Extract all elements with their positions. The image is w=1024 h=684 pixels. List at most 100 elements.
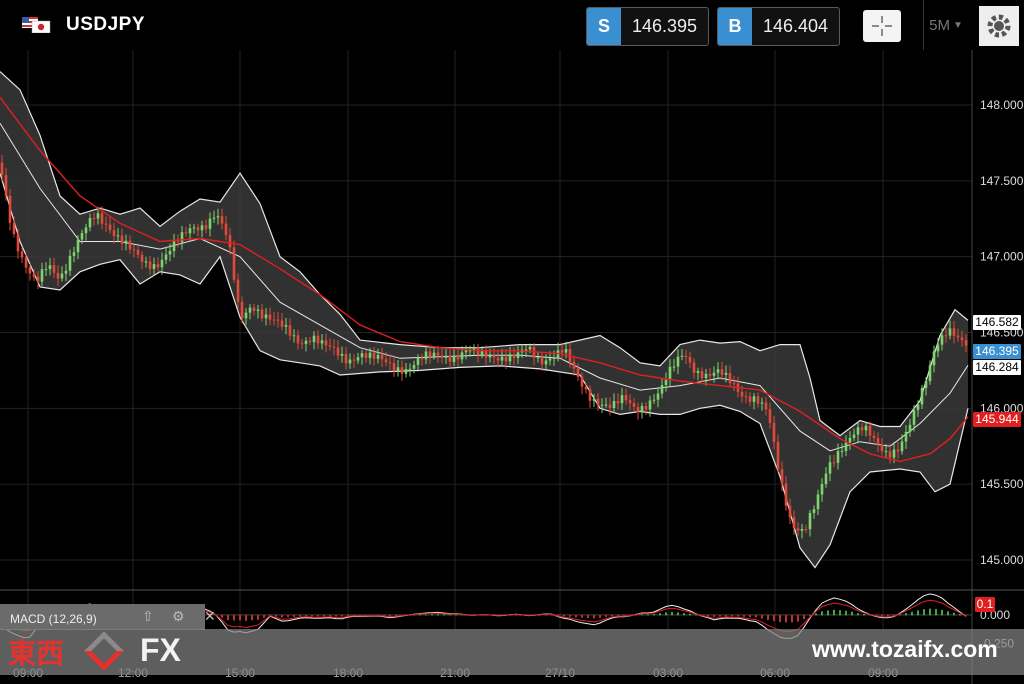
candle-body [48, 265, 52, 270]
macd-histogram-bar [389, 614, 391, 617]
candle-body [32, 273, 36, 277]
candle-body [88, 218, 92, 228]
macd-histogram-bar [821, 611, 823, 616]
candle-body [148, 261, 152, 269]
candle-body [684, 355, 688, 357]
settings-button[interactable] [979, 6, 1019, 46]
macd-histogram-bar [899, 614, 901, 616]
candle-body [172, 241, 176, 251]
sell-button[interactable]: S 146.395 [586, 7, 709, 46]
candle-body [100, 213, 104, 224]
candle-body [640, 405, 644, 413]
candle-body [440, 355, 444, 358]
macd-histogram-bar [797, 614, 799, 622]
candle-body [888, 451, 892, 458]
candle-body [72, 252, 76, 256]
candle-body [536, 357, 540, 359]
candle-body [800, 528, 804, 531]
candle-body [604, 404, 608, 406]
macd-histogram-bar [707, 614, 709, 617]
candle-body [396, 367, 400, 371]
candle-body [560, 350, 564, 353]
candle-body [20, 251, 24, 258]
macd-histogram-bar [845, 610, 847, 616]
candle-body [0, 162, 4, 176]
macd-histogram-bar [599, 614, 601, 618]
macd-histogram-bar [233, 614, 235, 621]
candle-body [316, 335, 320, 344]
candle-body [244, 312, 248, 319]
candle-body [408, 368, 412, 370]
candle-body [424, 351, 428, 360]
candle-body [56, 272, 60, 279]
watermark-logo-text: 東西 [8, 638, 65, 669]
candle-body [600, 404, 604, 406]
candle-body [272, 319, 276, 321]
price-chart[interactable]: 148.000147.500147.000146.500146.000145.5… [0, 0, 1024, 684]
candle-body [392, 362, 396, 371]
close-icon[interactable]: ✕ [204, 608, 216, 625]
macd-histogram-bar [857, 613, 859, 616]
candle-body [740, 391, 744, 397]
macd-histogram-bar [917, 610, 919, 616]
buy-label: B [718, 8, 752, 45]
macd-histogram-bar [443, 614, 445, 616]
candle-body [228, 234, 232, 248]
candle-body [720, 369, 724, 375]
gear-icon[interactable]: ⚙ [172, 608, 185, 625]
instrument-symbol[interactable]: USDJPY [66, 14, 145, 36]
candle-body [8, 195, 12, 223]
macd-histogram-bar [935, 608, 937, 616]
candle-body [124, 240, 128, 244]
macd-histogram-bar [791, 614, 793, 623]
chevron-down-icon: ▼ [952, 19, 963, 31]
candle-body [872, 435, 876, 439]
macd-histogram-bar [437, 614, 439, 616]
macd-histogram-bar [731, 614, 733, 617]
macd-histogram-bar [227, 614, 229, 620]
macd-histogram-bar [761, 614, 763, 619]
macd-histogram-bar [257, 614, 259, 620]
candle-body [384, 359, 388, 363]
candle-body [804, 528, 808, 530]
candle-body [496, 357, 500, 361]
candle-body [360, 353, 364, 358]
candle-body [908, 424, 912, 432]
macd-histogram-bar [815, 613, 817, 616]
move-up-icon[interactable]: ⇧ [142, 608, 154, 625]
candle-body [776, 441, 780, 470]
candle-body [264, 314, 268, 319]
candle-body [664, 379, 668, 386]
candle-body [700, 371, 704, 379]
candle-body [84, 227, 88, 234]
candle-body [300, 343, 304, 345]
macd-histogram-bar [959, 614, 961, 616]
timeframe-select[interactable]: 5M ▼ [923, 0, 968, 50]
candle-body [508, 354, 512, 362]
buy-button[interactable]: B 146.404 [717, 7, 840, 46]
candle-body [156, 264, 160, 268]
candle-body [492, 355, 496, 358]
candle-body [204, 225, 208, 229]
candle-body [456, 355, 460, 360]
candle-body [724, 373, 728, 375]
candle-body [60, 273, 64, 279]
candle-body [612, 400, 616, 408]
candle-body [580, 376, 584, 387]
macd-histogram-bar [287, 614, 289, 618]
macd-label[interactable]: MACD (12,26,9) [10, 612, 97, 626]
candle-body [528, 346, 532, 350]
candle-body [744, 396, 748, 398]
crosshair-button[interactable] [863, 10, 901, 42]
macd-histogram-bar [881, 614, 883, 617]
candle-body [672, 366, 676, 368]
macd-histogram-bar [767, 614, 769, 620]
candle-body [260, 309, 264, 319]
macd-histogram-bar [455, 614, 457, 616]
candle-body [692, 362, 696, 373]
candle-body [356, 357, 360, 361]
candle-body [680, 355, 684, 357]
gear-icon [987, 14, 1011, 38]
candle-body [332, 346, 336, 348]
candle-body [964, 340, 968, 346]
